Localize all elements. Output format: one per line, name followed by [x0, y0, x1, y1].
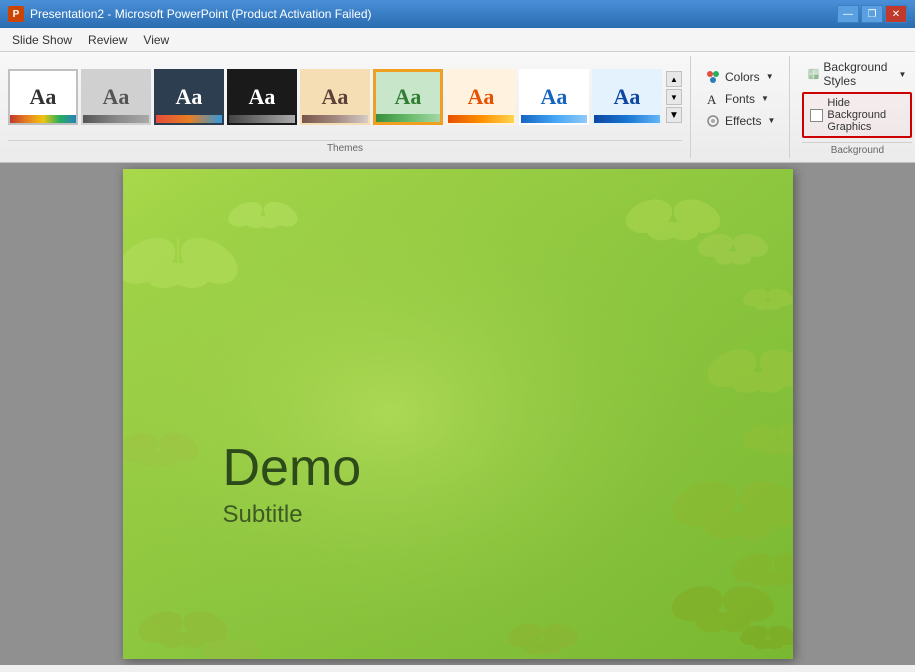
theme-4-label: Aa — [249, 84, 276, 110]
theme-8-bar — [521, 115, 587, 123]
theme-options-section-label: . — [699, 135, 781, 148]
scroll-down-button[interactable]: ▼ — [666, 89, 682, 105]
fonts-button[interactable]: A Fonts ▼ — [699, 89, 781, 109]
background-styles-label: Background Styles — [823, 60, 892, 88]
background-styles-button[interactable]: Background Styles ▼ — [802, 58, 912, 90]
ribbon-content: Aa Aa Aa Aa — [0, 52, 915, 162]
theme-3-bar — [156, 115, 222, 123]
theme-5-bar — [302, 115, 368, 123]
background-styles-icon — [808, 66, 819, 82]
themes-grid: Aa Aa Aa Aa — [8, 69, 662, 125]
theme-9-bar — [594, 115, 660, 123]
app-icon: P — [8, 6, 24, 22]
theme-2-bar — [83, 115, 149, 123]
theme-thumb-6[interactable]: Aa — [373, 69, 443, 125]
theme-6-label: Aa — [395, 84, 422, 110]
theme-thumb-7[interactable]: Aa — [446, 69, 516, 125]
window-controls: — ❐ ✕ — [837, 5, 907, 23]
theme-9-label: Aa — [614, 84, 641, 110]
app-icon-letter: P — [13, 9, 20, 20]
themes-area: Aa Aa Aa Aa — [8, 56, 682, 138]
maximize-button[interactable]: ❐ — [861, 5, 883, 23]
slide-title[interactable]: Demo — [223, 440, 362, 497]
theme-thumb-2[interactable]: Aa — [81, 69, 151, 125]
theme-3-label: Aa — [176, 84, 203, 110]
theme-7-bar — [448, 115, 514, 123]
hide-bg-label: Hide Background Graphics — [827, 97, 904, 133]
fonts-icon: A — [705, 91, 721, 107]
menu-item-slideshow[interactable]: Slide Show — [4, 31, 80, 49]
butterfly-background — [123, 169, 793, 659]
theme-1-bar — [10, 115, 76, 123]
theme-options-group: Colors ▼ A Fonts ▼ Eff — [695, 56, 790, 158]
scroll-more-button[interactable]: ▼ — [666, 107, 682, 123]
theme-thumb-9[interactable]: Aa — [592, 69, 662, 125]
themes-section-label: Themes — [8, 140, 682, 154]
close-button[interactable]: ✕ — [885, 5, 907, 23]
slide[interactable]: Demo Subtitle — [123, 169, 793, 659]
slide-panel[interactable]: Demo Subtitle — [0, 163, 915, 665]
theme-8-label: Aa — [541, 84, 568, 110]
theme-thumb-4[interactable]: Aa — [227, 69, 297, 125]
theme-thumb-8[interactable]: Aa — [519, 69, 589, 125]
menu-item-view[interactable]: View — [135, 31, 177, 49]
effects-dropdown-icon: ▼ — [767, 116, 775, 125]
minimize-button[interactable]: — — [837, 5, 859, 23]
menu-item-review[interactable]: Review — [80, 31, 135, 49]
title-bar: P Presentation2 - Microsoft PowerPoint (… — [0, 0, 915, 28]
theme-thumb-3[interactable]: Aa — [154, 69, 224, 125]
slide-subtitle[interactable]: Subtitle — [223, 501, 362, 529]
theme-1-label: Aa — [30, 84, 57, 110]
colors-icon — [705, 69, 721, 85]
themes-scroll: ▲ ▼ ▼ — [666, 71, 682, 123]
fonts-label: Fonts — [725, 92, 755, 106]
theme-thumb-5[interactable]: Aa — [300, 69, 370, 125]
theme-7-label: Aa — [468, 84, 495, 110]
bg-styles-dropdown-icon: ▼ — [898, 70, 906, 79]
hide-bg-checkbox[interactable] — [810, 109, 823, 122]
hide-background-graphics-button[interactable]: Hide Background Graphics — [802, 92, 912, 138]
ribbon: Aa Aa Aa Aa — [0, 52, 915, 163]
background-group: Background Styles ▼ Hide Background Grap… — [794, 56, 915, 158]
colors-label: Colors — [725, 70, 760, 84]
main-content: Demo Subtitle — [0, 163, 915, 665]
effects-icon — [705, 113, 721, 129]
scroll-up-button[interactable]: ▲ — [666, 71, 682, 87]
effects-label: Effects — [725, 114, 761, 128]
theme-2-label: Aa — [103, 84, 130, 110]
background-section-label: Background — [802, 142, 912, 156]
colors-dropdown-icon: ▼ — [766, 72, 774, 81]
effects-button[interactable]: Effects ▼ — [699, 111, 781, 131]
fonts-dropdown-icon: ▼ — [761, 94, 769, 103]
menu-bar: Slide Show Review View — [0, 28, 915, 52]
theme-5-label: Aa — [322, 84, 349, 110]
colors-button[interactable]: Colors ▼ — [699, 67, 781, 87]
slide-text-area[interactable]: Demo Subtitle — [223, 440, 362, 529]
themes-section: Aa Aa Aa Aa — [8, 56, 691, 158]
window-title: Presentation2 - Microsoft PowerPoint (Pr… — [30, 7, 371, 21]
theme-thumb-1[interactable]: Aa — [8, 69, 78, 125]
theme-6-bar — [376, 114, 440, 122]
svg-text:A: A — [707, 92, 717, 107]
theme-4-bar — [229, 115, 295, 123]
